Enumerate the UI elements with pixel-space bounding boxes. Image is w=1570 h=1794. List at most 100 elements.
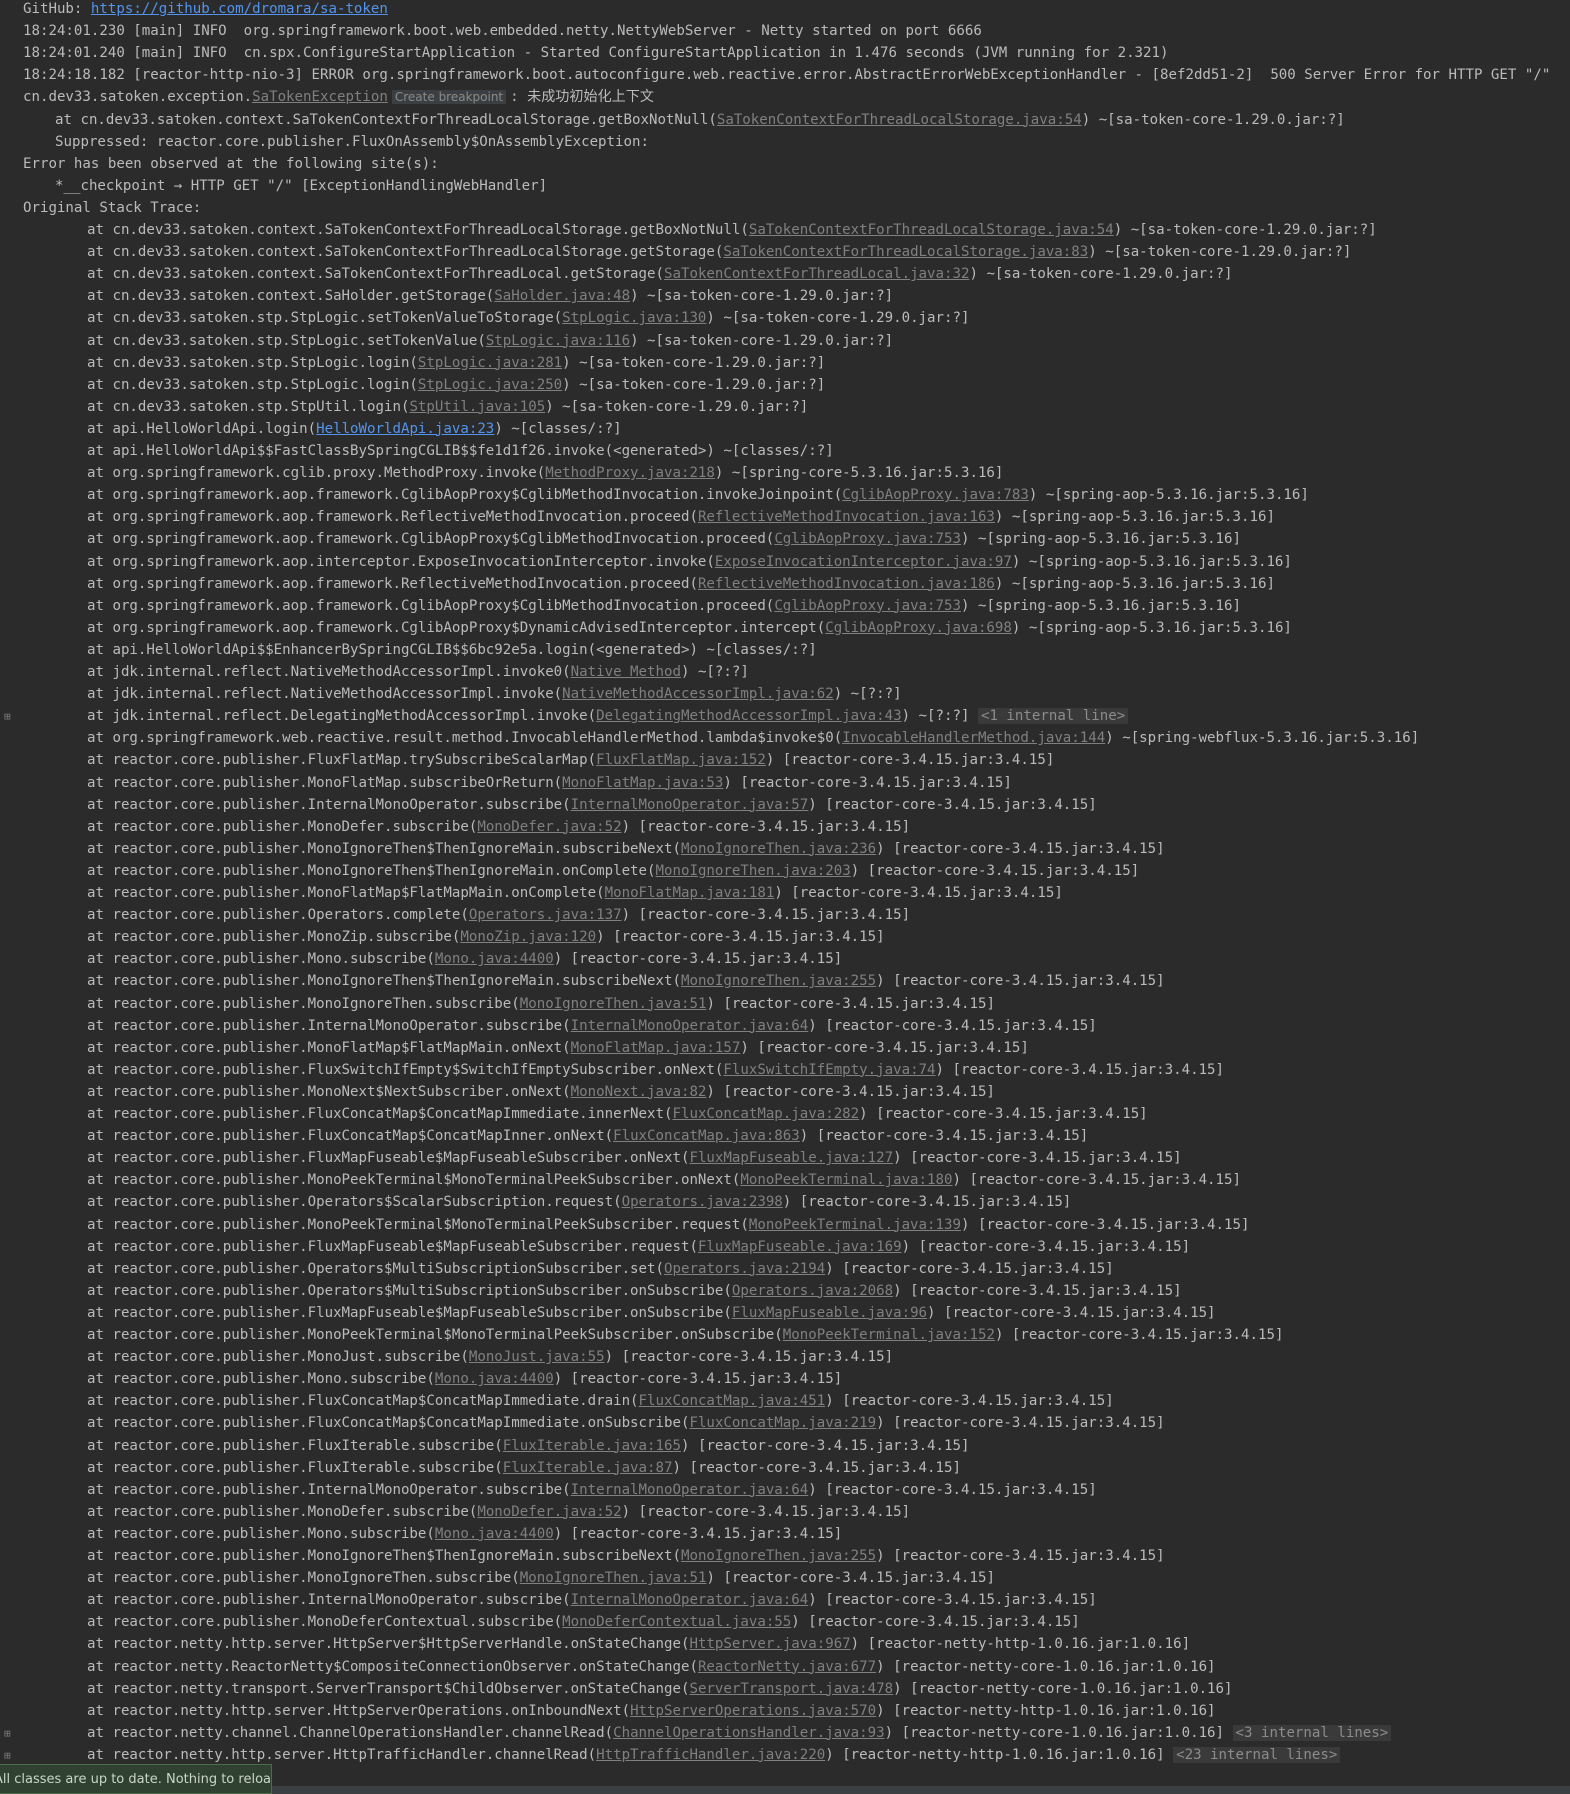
- hyperlink[interactable]: HelloWorldApi.java:23: [316, 421, 494, 437]
- source-file-link[interactable]: MonoJust.java:55: [469, 1349, 605, 1365]
- source-file-link[interactable]: HttpServerOperations.java:570: [630, 1703, 876, 1719]
- expand-fold-icon[interactable]: ⊞: [4, 711, 11, 722]
- internal-lines-fold[interactable]: <3 internal lines>: [1232, 1724, 1392, 1741]
- source-file-link[interactable]: MethodProxy.java:218: [545, 465, 715, 481]
- source-file-link[interactable]: CglibAopProxy.java:783: [842, 487, 1029, 503]
- log-text: ) [reactor-core-3.4.15.jar:3.4.15]: [935, 1061, 1225, 1078]
- source-file-link[interactable]: HttpTrafficHandler.java:220: [596, 1747, 825, 1763]
- internal-lines-fold[interactable]: <23 internal lines>: [1173, 1746, 1341, 1763]
- expand-fold-icon[interactable]: ⊞: [4, 1750, 11, 1761]
- console-line: at reactor.netty.http.server.HttpServerO…: [87, 1700, 1216, 1722]
- console-line: at jdk.internal.reflect.NativeMethodAcce…: [87, 683, 902, 705]
- source-file-link[interactable]: MonoPeekTerminal.java:139: [749, 1217, 961, 1233]
- log-text: 18:24:01.240 [main] INFO cn.spx.Configur…: [23, 45, 1169, 62]
- source-file-link[interactable]: SaTokenContextForThreadLocal.java:32: [664, 266, 969, 282]
- source-file-link[interactable]: Operators.java:2068: [732, 1283, 893, 1299]
- source-file-link[interactable]: NativeMethodAccessorImpl.java:62: [562, 686, 834, 702]
- source-file-link[interactable]: InternalMonoOperator.java:64: [571, 1018, 809, 1034]
- source-file-link[interactable]: MonoDefer.java:52: [477, 1504, 621, 1520]
- source-file-link[interactable]: CglibAopProxy.java:698: [825, 620, 1012, 636]
- log-text: 18:24:18.182 [reactor-http-nio-3] ERROR …: [23, 67, 1551, 84]
- source-file-link[interactable]: Mono.java:4400: [435, 1526, 554, 1542]
- log-text: at reactor.netty.http.server.HttpServerO…: [87, 1702, 631, 1719]
- source-file-link[interactable]: MonoIgnoreThen.java:255: [681, 973, 876, 989]
- log-text: at reactor.core.publisher.Operators$Scal…: [87, 1194, 622, 1211]
- source-file-link[interactable]: CglibAopProxy.java:753: [774, 531, 961, 547]
- source-file-link[interactable]: SaTokenException: [252, 89, 388, 105]
- source-file-link[interactable]: StpLogic.java:281: [418, 355, 562, 371]
- console-line: at reactor.core.publisher.FluxMapFuseabl…: [87, 1302, 1216, 1324]
- expand-fold-icon[interactable]: ⊞: [4, 1728, 11, 1739]
- source-file-link[interactable]: InvocableHandlerMethod.java:144: [842, 730, 1105, 746]
- source-file-link[interactable]: FluxIterable.java:165: [503, 1438, 681, 1454]
- source-file-link[interactable]: FluxMapFuseable.java:96: [732, 1305, 927, 1321]
- source-file-link[interactable]: InternalMonoOperator.java:57: [571, 797, 809, 813]
- log-text: ) [reactor-core-3.4.15.jar:3.4.15]: [774, 885, 1063, 901]
- source-file-link[interactable]: StpUtil.java:105: [409, 399, 545, 415]
- source-file-link[interactable]: ReflectiveMethodInvocation.java:186: [698, 576, 995, 592]
- log-text: at org.springframework.aop.framework.Ref…: [87, 509, 698, 526]
- notification-toast[interactable]: All classes are up to date. Nothing to r…: [0, 1764, 272, 1794]
- console-line: at reactor.core.publisher.MonoFlatMap$Fl…: [87, 882, 1063, 904]
- source-file-link[interactable]: MonoDefer.java:52: [477, 819, 621, 835]
- log-text: ) [reactor-core-3.4.15.jar:3.4.15]: [808, 1481, 1097, 1498]
- source-file-link[interactable]: MonoIgnoreThen.java:51: [520, 996, 707, 1012]
- source-file-link[interactable]: Mono.java:4400: [435, 951, 554, 967]
- source-file-link[interactable]: FluxConcatMap.java:282: [672, 1106, 859, 1122]
- source-file-link[interactable]: MonoIgnoreThen.java:51: [520, 1570, 707, 1586]
- source-file-link[interactable]: FluxConcatMap.java:863: [613, 1128, 800, 1144]
- log-text: at reactor.core.publisher.MonoIgnoreThen…: [87, 1548, 681, 1564]
- source-file-link[interactable]: MonoFlatMap.java:53: [562, 775, 723, 791]
- source-file-link[interactable]: Operators.java:2398: [622, 1194, 783, 1210]
- source-file-link[interactable]: MonoNext.java:82: [571, 1084, 707, 1100]
- console-line: at reactor.core.publisher.Operators$Scal…: [87, 1191, 1071, 1213]
- source-file-link[interactable]: InternalMonoOperator.java:64: [571, 1482, 809, 1498]
- source-file-link[interactable]: MonoDeferContextual.java:55: [562, 1614, 791, 1630]
- source-file-link[interactable]: Mono.java:4400: [435, 1371, 554, 1387]
- console-line: at org.springframework.aop.framework.Cgl…: [87, 528, 1241, 550]
- source-file-link[interactable]: StpLogic.java:130: [562, 310, 706, 326]
- source-file-link[interactable]: FluxFlatMap.java:152: [596, 752, 766, 768]
- source-file-link[interactable]: SaTokenContextForThreadLocalStorage.java…: [723, 244, 1088, 260]
- source-file-link[interactable]: InternalMonoOperator.java:64: [571, 1592, 809, 1608]
- source-file-link[interactable]: FluxIterable.java:87: [503, 1460, 673, 1476]
- source-file-link[interactable]: SaTokenContextForThreadLocalStorage.java…: [749, 222, 1114, 238]
- source-file-link[interactable]: ChannelOperationsHandler.java:93: [613, 1725, 885, 1741]
- console-line: at reactor.core.publisher.MonoDeferConte…: [87, 1611, 1080, 1633]
- console-line: at reactor.core.publisher.Operators$Mult…: [87, 1280, 1182, 1302]
- source-file-link[interactable]: MonoPeekTerminal.java:152: [783, 1327, 995, 1343]
- source-file-link[interactable]: FluxConcatMap.java:219: [689, 1415, 876, 1431]
- source-file-link[interactable]: StpLogic.java:116: [486, 333, 630, 349]
- console-line: at reactor.netty.channel.ChannelOperatio…: [87, 1722, 1392, 1744]
- source-file-link[interactable]: CglibAopProxy.java:753: [774, 598, 961, 614]
- log-text: at reactor.core.publisher.MonoIgnoreThen…: [87, 995, 520, 1012]
- source-file-link[interactable]: FluxMapFuseable.java:127: [689, 1150, 893, 1166]
- log-text: ) [reactor-core-3.4.15.jar:3.4.15]: [791, 1614, 1080, 1631]
- source-file-link[interactable]: MonoFlatMap.java:181: [605, 885, 775, 901]
- source-file-link[interactable]: FluxMapFuseable.java:169: [698, 1239, 902, 1255]
- source-file-link[interactable]: ReactorNetty.java:677: [698, 1659, 876, 1675]
- source-file-link[interactable]: Operators.java:137: [469, 907, 622, 923]
- source-file-link[interactable]: HttpServer.java:967: [689, 1636, 850, 1652]
- source-file-link[interactable]: MonoIgnoreThen.java:236: [681, 841, 876, 857]
- source-file-link[interactable]: MonoZip.java:120: [460, 929, 596, 945]
- source-file-link[interactable]: MonoPeekTerminal.java:180: [740, 1172, 952, 1188]
- source-file-link[interactable]: DelegatingMethodAccessorImpl.java:43: [596, 708, 901, 724]
- source-file-link[interactable]: ReflectiveMethodInvocation.java:163: [698, 509, 995, 525]
- log-text: at reactor.core.publisher.MonoZip.subscr…: [87, 929, 461, 946]
- create-breakpoint-button[interactable]: Create breakpoint: [391, 90, 507, 105]
- source-file-link[interactable]: SaHolder.java:48: [494, 288, 630, 304]
- source-file-link[interactable]: ServerTransport.java:478: [689, 1681, 893, 1697]
- source-file-link[interactable]: StpLogic.java:250: [418, 377, 562, 393]
- source-file-link[interactable]: Native Method: [571, 664, 681, 680]
- source-file-link[interactable]: MonoIgnoreThen.java:255: [681, 1548, 876, 1564]
- hyperlink[interactable]: https://github.com/dromara/sa-token: [91, 1, 388, 17]
- internal-lines-fold[interactable]: <1 internal line>: [977, 708, 1129, 725]
- source-file-link[interactable]: ExposeInvocationInterceptor.java:97: [715, 554, 1012, 570]
- source-file-link[interactable]: FluxSwitchIfEmpty.java:74: [723, 1062, 935, 1078]
- source-file-link[interactable]: MonoFlatMap.java:157: [571, 1040, 741, 1056]
- source-file-link[interactable]: Operators.java:2194: [664, 1261, 825, 1277]
- source-file-link[interactable]: FluxConcatMap.java:451: [639, 1393, 826, 1409]
- source-file-link[interactable]: MonoIgnoreThen.java:203: [656, 863, 851, 879]
- source-file-link[interactable]: SaTokenContextForThreadLocalStorage.java…: [717, 112, 1082, 128]
